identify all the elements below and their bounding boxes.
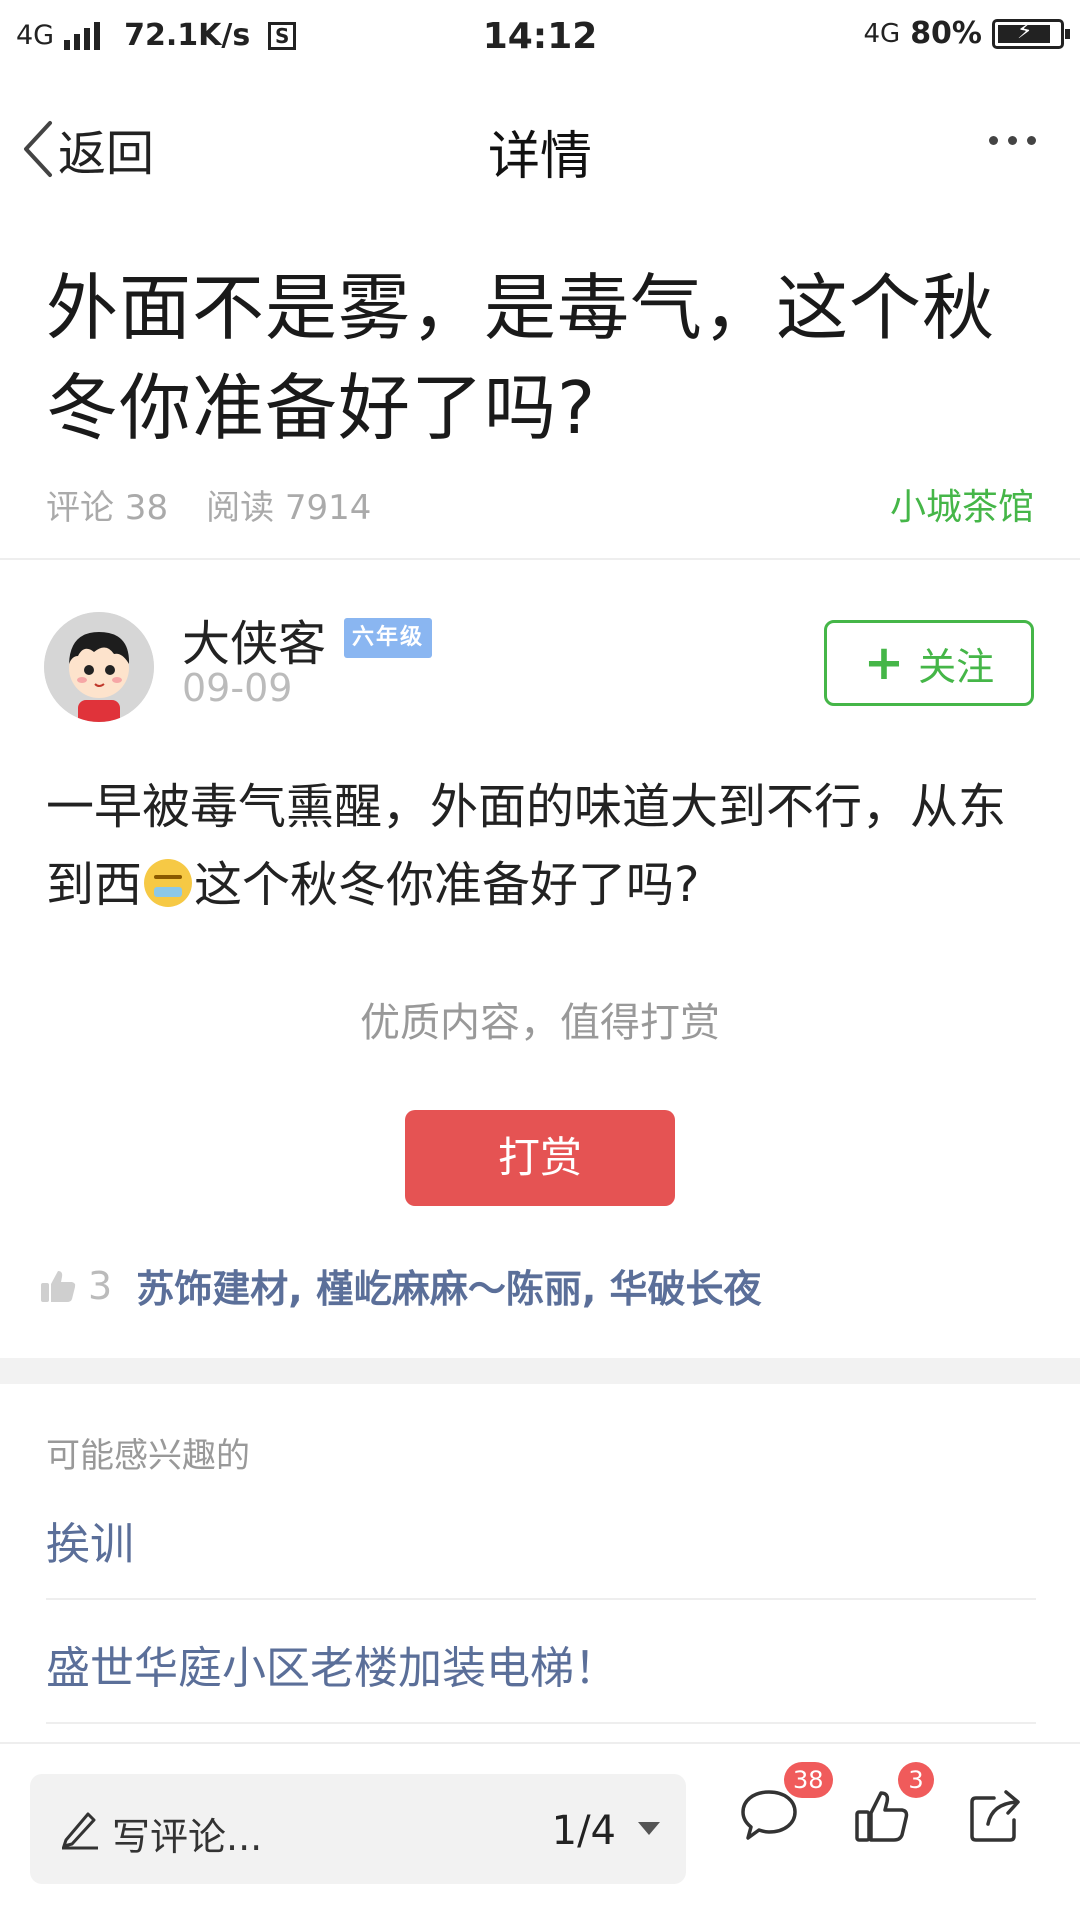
likers-list[interactable]: 苏饰建材, 槿屹麻麻～陈丽, 华破长夜 [136, 1258, 761, 1313]
more-dots-icon [989, 136, 998, 145]
plus-icon: + [863, 635, 905, 691]
nav-bar: 返回 详情 [0, 96, 1080, 196]
share-button[interactable] [968, 1788, 1024, 1848]
status-right: 4G 80% ⚡ [863, 16, 1070, 51]
divider [46, 1598, 1036, 1600]
post-date: 09-09 [182, 666, 293, 710]
likes-row: 3 苏饰建材, 槿屹麻麻～陈丽, 华破长夜 [40, 1258, 762, 1313]
article-meta: 评论 38 阅读 7914 [46, 480, 371, 529]
thumbs-up-outline-icon [855, 1791, 909, 1842]
battery-icon: ⚡ [992, 18, 1070, 49]
divider [46, 1722, 1036, 1724]
recommend-item[interactable]: 盛世华庭小区老楼加装电梯！ [46, 1632, 1036, 1696]
masked-face-emoji-icon [144, 859, 193, 907]
caret-down-icon[interactable] [638, 1822, 660, 1835]
thumbs-up-icon [41, 1270, 76, 1302]
like-count-badge: 3 [898, 1762, 934, 1798]
like-button[interactable]: 3 [854, 1762, 934, 1848]
comment-placeholder: 写评论... [112, 1815, 263, 1859]
network-type-right: 4G [863, 18, 901, 49]
more-options-button[interactable] [989, 136, 1036, 145]
section-divider [0, 1358, 1080, 1384]
comment-input[interactable]: 写评论... 1/4 [30, 1774, 686, 1884]
channel-link[interactable]: 小城茶馆 [890, 478, 1034, 530]
article-title: 外面不是雾，是毒气，这个秋冬你准备好了吗? [46, 266, 996, 450]
speech-bubble-icon [741, 1790, 797, 1840]
level-badge: 六年级 [344, 618, 432, 658]
bottom-bar: 写评论... 1/4 38 3 [0, 1742, 1080, 1920]
read-count: 阅读 7914 [206, 488, 372, 528]
post-text-part2: 这个秋冬你准备好了吗? [194, 857, 700, 913]
avatar[interactable] [44, 612, 154, 722]
likes-count: 3 [88, 1263, 113, 1308]
reward-tip: 优质内容，值得打赏 [360, 1000, 720, 1046]
status-bar: 4G 72.1K/s S 14:12 4G 80% ⚡ [0, 0, 1080, 76]
battery-percent: 80% [910, 16, 982, 51]
share-icon [970, 1790, 1020, 1842]
divider [0, 558, 1080, 560]
recommend-label: 可能感兴趣的 [46, 1436, 250, 1476]
pencil-icon [62, 1812, 98, 1850]
author-name[interactable]: 大侠客 [182, 604, 326, 674]
page-title: 详情 [487, 127, 592, 187]
reward-button[interactable]: 打赏 [405, 1110, 675, 1206]
recommend-item[interactable]: 挨训 [46, 1508, 1036, 1572]
avatar-cartoon-icon [44, 612, 154, 722]
follow-label: 关注 [918, 644, 995, 689]
page-indicator[interactable]: 1/4 [552, 1808, 616, 1854]
comment-count-badge: 38 [784, 1762, 833, 1798]
follow-button[interactable]: + 关注 [824, 620, 1034, 706]
post-body: 一早被毒气熏醒，外面的味道大到不行，从东到西 这个秋冬你准备好了吗? [46, 768, 1036, 924]
comments-button[interactable]: 38 [740, 1762, 833, 1846]
comment-count: 评论 38 [46, 488, 169, 528]
